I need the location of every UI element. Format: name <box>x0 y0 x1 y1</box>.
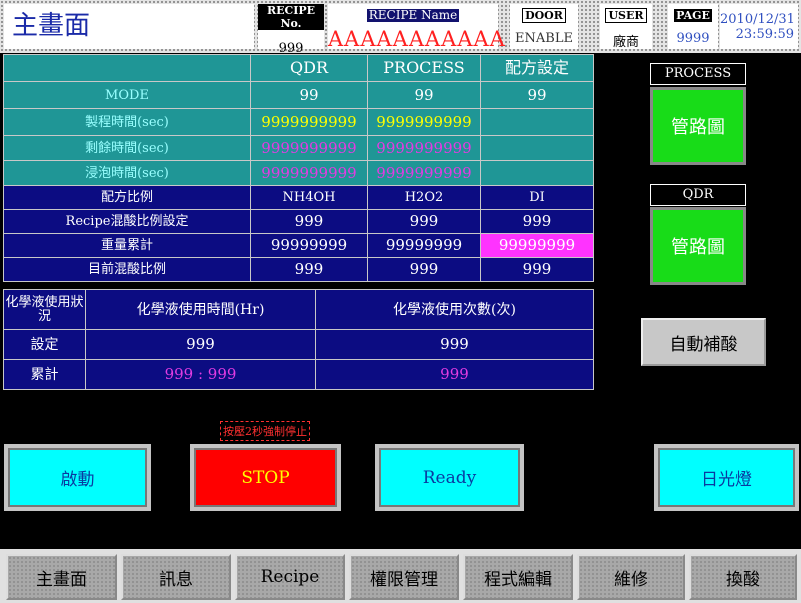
ready-button[interactable]: Ready <box>375 444 524 511</box>
process-time-recipe <box>480 108 594 136</box>
weight-total-h2o2: 99999999 <box>367 233 481 258</box>
screen-title-box: 主畫面 <box>4 4 254 49</box>
table-header-row: 化學液使用狀況 化學液使用時間(Hr) 化學液使用次數(次) <box>3 289 594 330</box>
nav-maintenance[interactable]: 維修 <box>577 554 685 600</box>
col-header-qdr: QDR <box>250 54 368 82</box>
table-row: 目前混酸比例 999 999 999 <box>3 257 594 282</box>
mode-process: 99 <box>367 81 481 109</box>
total-hours: 999 : 999 <box>85 359 316 390</box>
door-box: DOOR ENABLE <box>510 4 578 49</box>
nav-recipe[interactable]: Recipe <box>235 554 345 600</box>
date-display: 2010/12/31 <box>720 12 795 27</box>
chem-corner-label: 化學液使用狀況 <box>3 289 86 330</box>
mix-setting-nh4oh[interactable]: 999 <box>250 209 368 234</box>
nav-messages[interactable]: 訊息 <box>121 554 231 600</box>
user-label: USER <box>605 8 647 23</box>
row-label-total: 累計 <box>3 359 86 390</box>
soak-time-recipe <box>480 160 594 186</box>
table-row: MODE 99 99 99 <box>3 81 594 109</box>
nav-main-screen[interactable]: 主畫面 <box>6 554 117 600</box>
remain-time-recipe <box>480 135 594 161</box>
table-row: 剩餘時間(sec) 9999999999 9999999999 <box>3 135 594 161</box>
recipe-name-value: AAAAAAAAAAA <box>328 27 506 51</box>
table-row: 製程時間(sec) 9999999999 9999999999 <box>3 108 594 136</box>
table-row: 配方比例 NH4OH H2O2 DI <box>3 185 594 210</box>
screen-title: 主畫面 <box>12 11 91 41</box>
mix-setting-di[interactable]: 999 <box>480 209 594 234</box>
table-row: Recipe混酸比例設定 999 999 999 <box>3 209 594 234</box>
mode-qdr: 99 <box>250 81 368 109</box>
mode-recipe: 99 <box>480 81 594 109</box>
col-header-recipe-setting: 配方設定 <box>480 54 594 82</box>
page-value: 9999 <box>676 31 710 46</box>
mix-setting-h2o2[interactable]: 999 <box>367 209 481 234</box>
soak-time-process: 9999999999 <box>367 160 481 186</box>
soak-time-qdr: 9999999999 <box>250 160 368 186</box>
table-row: 浸泡時間(sec) 9999999999 9999999999 <box>3 160 594 186</box>
current-ratio-h2o2: 999 <box>367 257 481 282</box>
table-row: 累計 999 : 999 999 <box>3 359 594 390</box>
row-label-setting: 設定 <box>3 329 86 360</box>
row-label-mode: MODE <box>3 81 251 109</box>
header-bar: 主畫面 RECIPE No. 999 RECIPE Name AAAAAAAAA… <box>0 0 801 56</box>
page-label: PAGE <box>674 9 712 22</box>
row-label-ratio: 配方比例 <box>3 185 251 210</box>
user-value: 廠商 <box>612 35 639 50</box>
door-value: ENABLE <box>515 31 573 46</box>
process-time-qdr: 9999999999 <box>250 108 368 136</box>
total-count: 999 <box>315 359 594 390</box>
remain-time-qdr: 9999999999 <box>250 135 368 161</box>
qdr-panel-title: QDR <box>650 184 746 206</box>
process-piping-button[interactable]: 管路圖 <box>650 87 746 165</box>
col-header-process: PROCESS <box>367 54 481 82</box>
nav-acid-change[interactable]: 換酸 <box>689 554 797 600</box>
ratio-di: DI <box>480 185 594 210</box>
ratio-h2o2: H2O2 <box>367 185 481 210</box>
process-time-process: 9999999999 <box>367 108 481 136</box>
time-display: 23:59:59 <box>735 27 794 42</box>
weight-total-nh4oh: 99999999 <box>250 233 368 258</box>
row-label-process-time: 製程時間(sec) <box>3 108 251 136</box>
auto-refill-button[interactable]: 自動補酸 <box>641 318 766 366</box>
page-box: PAGE 9999 <box>668 4 718 49</box>
table-row: 設定 999 999 <box>3 329 594 360</box>
col-header-usage-hours: 化學液使用時間(Hr) <box>85 289 316 330</box>
row-label-soak-time: 浸泡時間(sec) <box>3 160 251 186</box>
col-header-usage-count: 化學液使用次數(次) <box>315 289 594 330</box>
door-label: DOOR <box>522 8 566 23</box>
stop-button[interactable]: STOP <box>190 444 341 511</box>
table-header-row: QDR PROCESS 配方設定 <box>3 54 594 82</box>
row-label-remain-time: 剩餘時間(sec) <box>3 135 251 161</box>
fluorescent-lamp-button[interactable]: 日光燈 <box>654 444 799 511</box>
datetime-box: 2010/12/31 23:59:59 <box>720 4 798 49</box>
row-label-current-ratio: 目前混酸比例 <box>3 257 251 282</box>
user-box: USER 廠商 <box>600 4 652 50</box>
recipe-name-label: RECIPE Name <box>366 8 460 22</box>
row-label-mix-setting: Recipe混酸比例設定 <box>3 209 251 234</box>
weight-total-di: 99999999 <box>480 233 594 258</box>
ratio-nh4oh: NH4OH <box>250 185 368 210</box>
start-button[interactable]: 啟動 <box>4 444 151 511</box>
setting-hours[interactable]: 999 <box>85 329 316 360</box>
remain-time-process: 9999999999 <box>367 135 481 161</box>
header-blank <box>3 54 251 82</box>
recipe-no-label: RECIPE No. <box>258 4 324 30</box>
chemical-usage-table: 化學液使用狀況 化學液使用時間(Hr) 化學液使用次數(次) 設定 999 99… <box>3 289 594 390</box>
row-label-weight-total: 重量累計 <box>3 233 251 258</box>
current-ratio-di: 999 <box>480 257 594 282</box>
recipe-status-table: QDR PROCESS 配方設定 MODE 99 99 99 製程時間(sec)… <box>3 54 594 282</box>
table-row: 重量累計 99999999 99999999 99999999 <box>3 233 594 258</box>
recipe-no-box: RECIPE No. 999 <box>258 4 324 56</box>
nav-program-edit[interactable]: 程式編輯 <box>463 554 573 600</box>
nav-permissions[interactable]: 權限管理 <box>349 554 459 600</box>
current-ratio-nh4oh: 999 <box>250 257 368 282</box>
recipe-name-box: RECIPE Name AAAAAAAAAAA <box>328 4 506 51</box>
force-stop-note: 按壓2秒強制停止 <box>220 421 310 441</box>
setting-count[interactable]: 999 <box>315 329 594 360</box>
process-panel-title: PROCESS <box>650 63 746 85</box>
qdr-piping-button[interactable]: 管路圖 <box>650 207 746 285</box>
